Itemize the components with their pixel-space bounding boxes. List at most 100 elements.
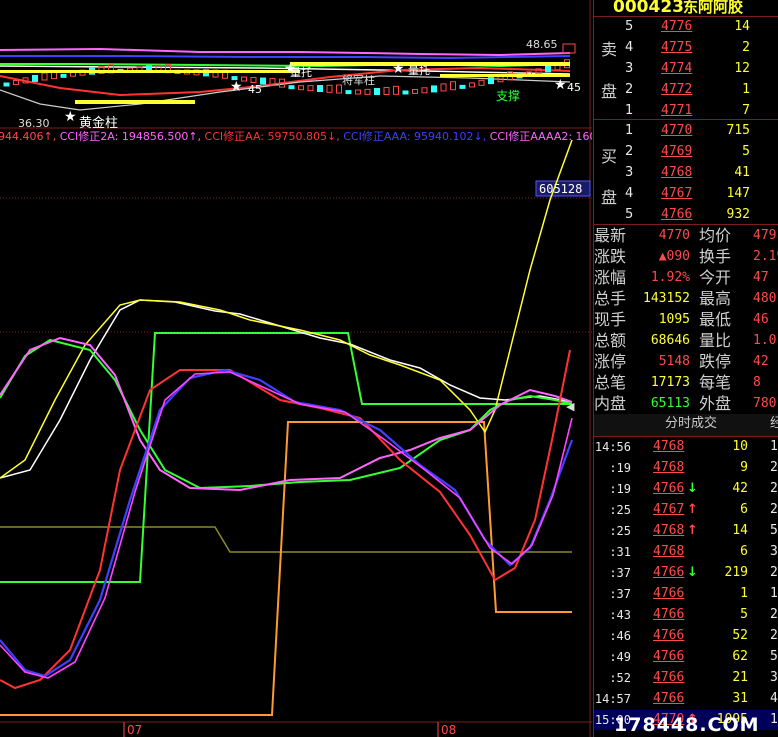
chart-area[interactable]: 48.65 36.30 45 45 黄金柱 将军柱 量托 量托 支撑 ★ ★ ★ ★ ★ 944.406↑,…: [0, 0, 592, 737]
quote-value: 480: [753, 291, 777, 306]
star-icon: ★: [392, 61, 405, 77]
quote-row: 最新 4770 均价 479: [593, 226, 778, 246]
candle: [412, 88, 418, 94]
quote-value: 1.92%: [650, 270, 690, 285]
x-axis-label: 08: [441, 723, 456, 737]
annotation-volume-support: 量托: [408, 63, 430, 77]
order-level: 5: [625, 19, 634, 34]
tick-volume: 21: [732, 670, 748, 685]
watermark: 178448.COM: [614, 714, 760, 736]
indicator-legend-item: 944.406↑,: [0, 130, 56, 143]
quote-row: 总额 68646 量比 1.0: [593, 331, 778, 351]
stock-name: 东阿阿胶: [683, 0, 744, 16]
star-icon: ★: [64, 109, 77, 125]
tick-row[interactable]: :43 4766 5 2: [593, 605, 778, 625]
tick-time: :19: [609, 461, 631, 475]
order-volume: 12: [734, 61, 750, 76]
tick-count: 1: [770, 439, 778, 454]
tick-price: 4768: [653, 544, 685, 559]
candle: [60, 73, 67, 78]
tick-price: 4768: [653, 460, 685, 475]
tick-row[interactable]: :52 4766 21 3: [593, 668, 778, 688]
star-icon: ★: [284, 61, 297, 77]
sell-label-2: 盘: [601, 82, 618, 101]
ticks-header[interactable]: 分时成交 经: [593, 414, 778, 436]
tick-count: 119: [770, 712, 778, 727]
order-level: 4: [625, 40, 634, 55]
buy-row[interactable]: 5 4766 932: [593, 205, 778, 225]
order-price: 4767: [661, 186, 693, 201]
tick-time: :49: [609, 650, 631, 664]
buy-row[interactable]: 4 4767 147: [593, 184, 778, 204]
quote-label: 总笔: [594, 373, 627, 392]
indicator-legend: 944.406↑, CCI修正2A: 194856.500↑, CCI修正AA:…: [0, 129, 592, 143]
marker-icon: ◀: [566, 400, 575, 413]
tick-row[interactable]: :31 4768 6 3: [593, 542, 778, 562]
order-price: 4769: [661, 144, 693, 159]
candle: [478, 79, 485, 86]
sell-row[interactable]: 3 4774 12: [593, 59, 778, 79]
x-axis-label: 07: [127, 723, 142, 737]
tick-time: :31: [609, 545, 631, 559]
quote-row: 内盘 65113 外盘 780: [593, 394, 778, 414]
quote-row: 涨幅 1.92% 今开 47: [593, 268, 778, 288]
quote-value: 143152: [643, 291, 690, 306]
tick-time: :37: [609, 587, 631, 601]
quote-value: 47: [753, 270, 769, 285]
tick-time: 14:57: [594, 692, 631, 706]
tick-row[interactable]: :49 4766 62 5: [593, 647, 778, 667]
quote-row: 现手 1095 最低 46: [593, 310, 778, 330]
quote-label: 跌停: [699, 352, 732, 371]
support-bar: [0, 70, 300, 73]
order-price: 4768: [661, 165, 693, 180]
ma-line-blue: [0, 55, 571, 60]
quote-value: ▲090: [658, 249, 690, 264]
tick-volume: 14: [732, 523, 748, 538]
high-price-label: 48.65: [526, 38, 558, 51]
sell-row[interactable]: 4 4775 2: [593, 38, 778, 58]
quote-label: 最高: [699, 289, 732, 308]
tick-time: 14:56: [594, 440, 631, 454]
tick-price: 4766: [653, 586, 685, 601]
quote-label: 总手: [594, 289, 627, 308]
buy-row[interactable]: 3 4768 41: [593, 163, 778, 183]
sell-row[interactable]: 5 4776 14: [593, 17, 778, 37]
tick-row[interactable]: :25 4768 ↑ 14 5: [593, 521, 778, 541]
ma-line-magenta: [0, 47, 571, 57]
buy-row[interactable]: 2 4769 5: [593, 142, 778, 162]
tick-row[interactable]: :46 4766 52 2: [593, 626, 778, 646]
tick-row[interactable]: 14:56 4768 10 1: [593, 437, 778, 457]
sell-row[interactable]: 1 4771 7: [593, 101, 778, 121]
buy-row[interactable]: 1 4770 715: [593, 121, 778, 141]
tick-row[interactable]: :25 4767 ↑ 6 2: [593, 500, 778, 520]
quote-label: 量比: [699, 331, 732, 350]
tick-arrow-icon: ↓: [687, 481, 698, 496]
quote-label: 最新: [594, 226, 627, 245]
ticks-extra: 经: [770, 416, 778, 431]
tick-time: :19: [609, 482, 631, 496]
step-line-orange: [0, 421, 572, 716]
candle: [336, 84, 342, 94]
tick-count: 2: [770, 460, 778, 475]
mid-price-label: 45: [567, 81, 581, 94]
tick-count: 2: [770, 481, 778, 496]
candle: [469, 82, 475, 88]
indicator-chart[interactable]: 48.6536.3045 45黄金柱将军柱量托 量托支撑★★★ ★★944.406↑,…: [0, 0, 592, 737]
sell-row[interactable]: 2 4772 1: [593, 80, 778, 100]
value-label: 605128: [539, 182, 582, 196]
order-level: 2: [625, 82, 634, 97]
tick-row[interactable]: 14:57 4766 31 4: [593, 689, 778, 709]
tick-row[interactable]: :19 4768 9 2: [593, 458, 778, 478]
order-price: 4775: [661, 40, 693, 55]
star-icon: ★: [554, 77, 567, 93]
candle: [250, 76, 257, 83]
quote-value: 2.19: [753, 249, 778, 264]
tick-row[interactable]: :37 4766↓ 219 29: [593, 563, 778, 583]
tick-row[interactable]: :37 4766 1 1: [593, 584, 778, 604]
quote-label: 现手: [594, 310, 627, 329]
quote-value: 8: [753, 375, 761, 390]
tick-volume: 1: [740, 586, 748, 601]
order-price: 4772: [661, 82, 693, 97]
tick-row[interactable]: :19 4766 ↓ 42 2: [593, 479, 778, 499]
tick-price: 4766: [653, 628, 685, 643]
